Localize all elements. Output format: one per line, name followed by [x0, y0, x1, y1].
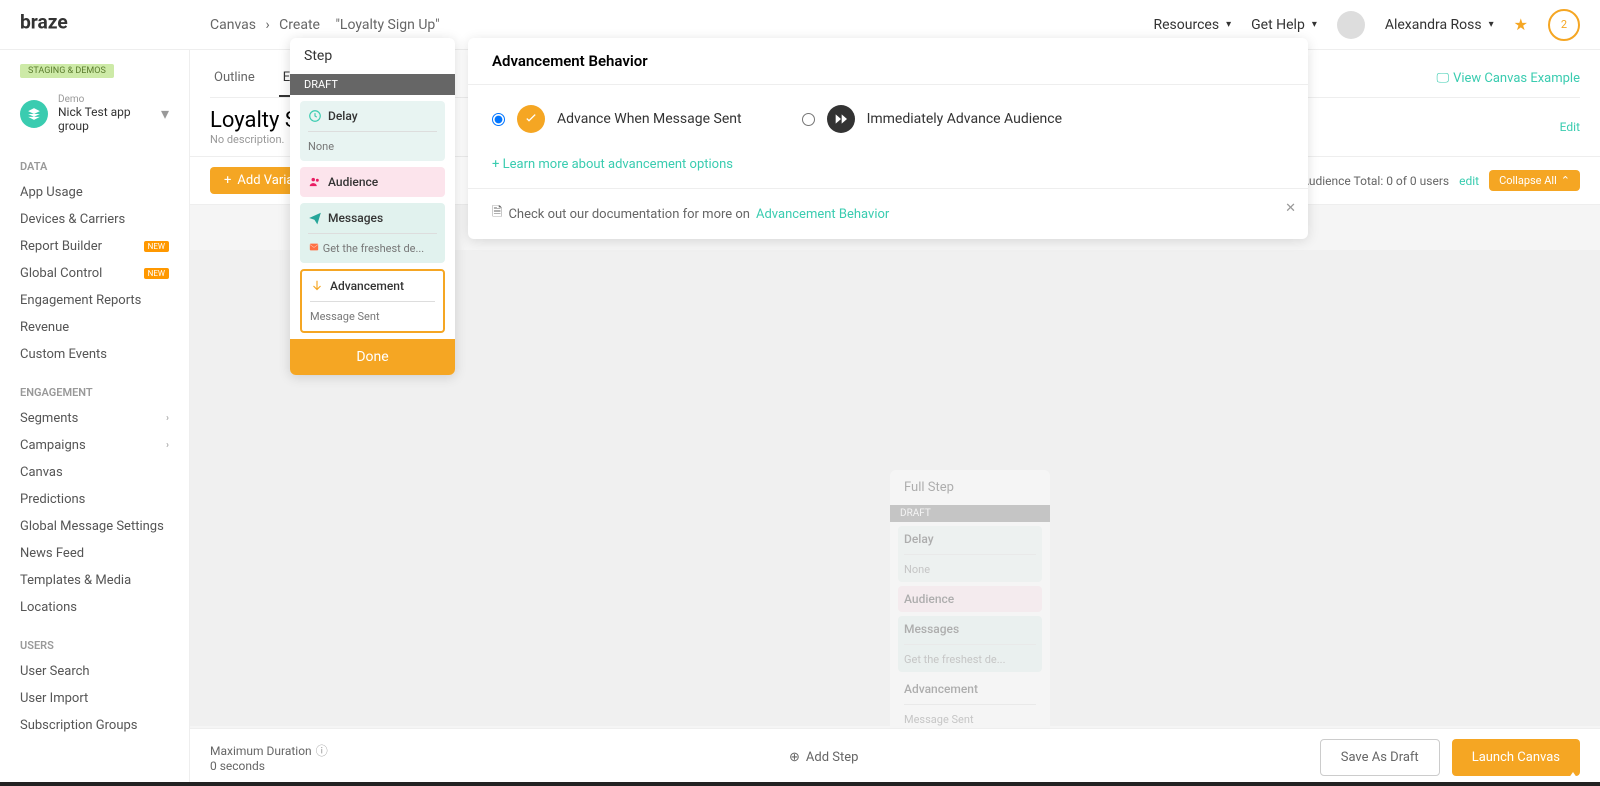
advancement-behavior-panel: Advancement Behavior Advance When Messag…: [468, 38, 1308, 239]
fast-forward-icon: [827, 105, 855, 133]
video-progress-bar[interactable]: [0, 782, 1600, 786]
get-help-dropdown[interactable]: Get Help: [1251, 17, 1317, 33]
sidebar: STAGING & DEMOS Demo Nick Test app group…: [0, 50, 190, 786]
breadcrumb-action: Create: [279, 17, 320, 33]
step-row-delay[interactable]: Delay None: [300, 101, 445, 161]
adv-hint: 🗎 Check out our documentation for more o…: [468, 188, 1308, 239]
env-badge: STAGING & DEMOS: [20, 64, 114, 78]
learn-more-link[interactable]: + Learn more about advancement options: [492, 157, 733, 172]
dimmed-step-card: Full Step DRAFT DelayNone Audience Messa…: [890, 470, 1050, 726]
nav-custom-events[interactable]: Custom Events: [0, 341, 189, 368]
info-icon[interactable]: ⓘ: [316, 742, 328, 759]
arrow-down-icon: [310, 279, 324, 293]
nav-header-engagement: ENGAGEMENT: [0, 380, 189, 405]
braze-logo[interactable]: braze: [20, 11, 110, 39]
immediately-advance-option[interactable]: Immediately Advance Audience: [802, 105, 1062, 133]
breadcrumb: Canvas › Create "Loyalty Sign Up": [210, 17, 440, 33]
nav-engagement-reports[interactable]: Engagement Reports: [0, 287, 189, 314]
nav-global-control[interactable]: Global ControlNEW: [0, 260, 189, 287]
breadcrumb-name: "Loyalty Sign Up": [335, 17, 439, 33]
mail-icon: [308, 242, 320, 252]
step-row-advancement[interactable]: Advancement Message Sent: [300, 269, 445, 333]
info-icon: 🗎: [492, 203, 502, 225]
svg-text:braze: braze: [20, 11, 68, 34]
launch-canvas-button[interactable]: Launch Canvas: [1452, 739, 1580, 776]
duration-info: Maximum Duration ⓘ 0 seconds: [210, 742, 328, 773]
nav-templates[interactable]: Templates & Media: [0, 567, 189, 594]
step-row-audience[interactable]: Audience: [300, 167, 445, 197]
advance-when-sent-radio[interactable]: [492, 113, 505, 126]
chevron-down-icon: ▾: [161, 104, 169, 123]
send-icon: [308, 211, 322, 225]
save-draft-button[interactable]: Save As Draft: [1320, 739, 1440, 776]
step-row-messages[interactable]: Messages Get the freshest de...: [300, 203, 445, 263]
nav-user-search[interactable]: User Search: [0, 658, 189, 685]
user-avatar[interactable]: [1337, 11, 1365, 39]
nav-user-import[interactable]: User Import: [0, 685, 189, 712]
org-name: Nick Test app group: [58, 105, 151, 134]
nav-subscription-groups[interactable]: Subscription Groups: [0, 712, 189, 739]
org-icon: [20, 100, 48, 128]
users-icon: [308, 175, 322, 189]
nav-report-builder[interactable]: Report BuilderNEW: [0, 233, 189, 260]
user-name-dropdown[interactable]: Alexandra Ross: [1385, 17, 1494, 33]
check-icon: [517, 105, 545, 133]
adv-panel-title: Advancement Behavior: [468, 38, 1308, 85]
nav-devices[interactable]: Devices & Carriers: [0, 206, 189, 233]
screen-icon: 🖵: [1437, 71, 1450, 86]
tab-outline[interactable]: Outline: [210, 60, 259, 97]
add-step-button[interactable]: ⊕ Add Step: [789, 750, 858, 765]
bottom-bar: Maximum Duration ⓘ 0 seconds ⊕ Add Step …: [190, 728, 1600, 786]
done-button[interactable]: Done: [290, 339, 455, 375]
step-panel-title: Step: [290, 38, 455, 74]
chevron-right-icon: ›: [166, 413, 169, 424]
star-icon[interactable]: ★: [1514, 15, 1528, 34]
org-selector[interactable]: Demo Nick Test app group ▾: [0, 86, 189, 142]
nav-news-feed[interactable]: News Feed: [0, 540, 189, 567]
clock-icon: [308, 109, 322, 123]
org-label: Demo: [58, 94, 151, 105]
plus-icon: +: [224, 173, 231, 188]
breadcrumb-root[interactable]: Canvas: [210, 17, 256, 33]
nav-predictions[interactable]: Predictions: [0, 486, 189, 513]
nav-global-message[interactable]: Global Message Settings: [0, 513, 189, 540]
collapse-all-button[interactable]: Collapse All ⌃: [1489, 170, 1580, 191]
cursor-icon: [1566, 772, 1580, 782]
nav-header-users: USERS: [0, 633, 189, 658]
close-hint-icon[interactable]: ✕: [1285, 201, 1296, 216]
nav-campaigns[interactable]: Campaigns›: [0, 432, 189, 459]
adv-behavior-doc-link[interactable]: Advancement Behavior: [756, 207, 889, 222]
nav-locations[interactable]: Locations: [0, 594, 189, 621]
nav-header-data: DATA: [0, 154, 189, 179]
nav-revenue[interactable]: Revenue: [0, 314, 189, 341]
nav-segments[interactable]: Segments›: [0, 405, 189, 432]
nav-app-usage[interactable]: App Usage: [0, 179, 189, 206]
chevron-right-icon: ›: [166, 440, 169, 451]
nav-canvas[interactable]: Canvas: [0, 459, 189, 486]
notification-badge[interactable]: 2: [1548, 9, 1580, 41]
edit-target-link[interactable]: edit: [1459, 174, 1479, 188]
step-panel: Step DRAFT Delay None Audience Messages …: [290, 38, 455, 375]
view-canvas-example[interactable]: 🖵 View Canvas Example: [1437, 60, 1580, 97]
immediately-advance-radio[interactable]: [802, 113, 815, 126]
plus-circle-icon: ⊕: [789, 750, 800, 765]
edit-link[interactable]: Edit: [1560, 120, 1580, 134]
resources-dropdown[interactable]: Resources: [1154, 17, 1232, 33]
advance-when-sent-option[interactable]: Advance When Message Sent: [492, 105, 742, 133]
step-draft-badge: DRAFT: [290, 74, 455, 95]
chevron-up-icon: ⌃: [1561, 174, 1570, 187]
